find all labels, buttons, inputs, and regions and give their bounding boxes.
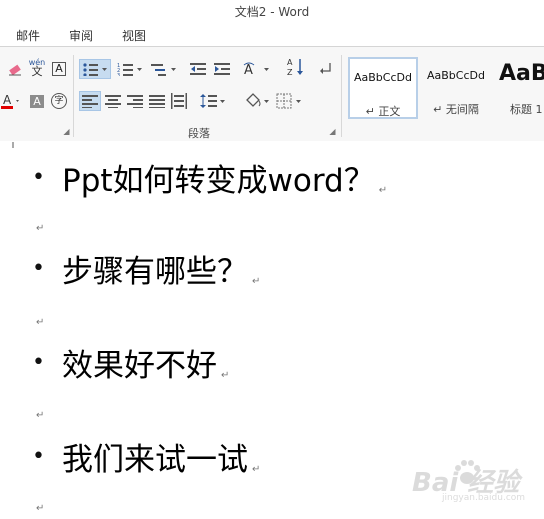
sort-button[interactable]: AZ [286, 57, 306, 77]
show-marks-button[interactable] [316, 59, 336, 79]
paragraph-mark: ↵ [252, 276, 261, 287]
enclose-characters-icon: 字 [51, 93, 67, 109]
style-sample: AaBbCcDd [427, 69, 485, 82]
bullet-marker: • [32, 165, 45, 190]
chinese-layout-icon: A [243, 62, 269, 77]
baidu-watermark: Bai 经验 jingyan.baidu.com [408, 456, 538, 511]
list-item-text: 我们来试一试 [62, 442, 248, 478]
margin-marker [12, 142, 14, 148]
list-item[interactable]: • 步骤有哪些？ ↵ [32, 246, 260, 291]
return-arrow-icon [320, 63, 331, 74]
style-normal[interactable]: AaBbCcDd ↵ 正文 [348, 57, 418, 119]
font-color-button[interactable]: A [0, 91, 22, 111]
style-heading-1[interactable]: AaB 标题 1 [494, 57, 544, 119]
align-right-icon [127, 95, 143, 108]
paragraph-dialog-launcher[interactable]: ◢ [328, 127, 337, 136]
empty-paragraph-mark: ↵ [36, 317, 45, 328]
distributed-button[interactable] [169, 91, 189, 111]
character-shading-icon: A [30, 94, 44, 108]
ribbon: wén 文 A A A 字 ◢ 1 2 3 A A Z 段落 ◢ AaBbCcD… [0, 46, 544, 142]
font-dialog-launcher[interactable]: ◢ [62, 127, 71, 136]
chinese-layout-button[interactable]: A [242, 59, 272, 79]
align-center-button[interactable] [103, 91, 123, 111]
style-no-spacing[interactable]: AaBbCcDd ↵ 无间隔 [421, 57, 491, 119]
justify-button[interactable] [147, 91, 167, 111]
line-spacing-button[interactable] [198, 91, 228, 111]
clear-formatting-button[interactable] [6, 59, 24, 79]
empty-paragraph-mark: ↵ [36, 223, 45, 234]
svg-text:Z: Z [287, 68, 293, 77]
window-title: 文档2 - Word [234, 5, 310, 19]
paragraph-group-label: 段落 [188, 127, 210, 140]
title-bar: 文档2 - Word [0, 0, 544, 22]
tab-view[interactable]: 视图 [122, 27, 146, 44]
borders-button[interactable] [274, 91, 304, 111]
list-item-text: 效果好不好 [62, 348, 217, 384]
character-border-button[interactable]: A [50, 59, 68, 79]
align-center-icon [105, 95, 121, 108]
list-item[interactable]: • Ppt如何转变成word？ ↵ [32, 155, 387, 200]
distributed-icon [171, 93, 187, 109]
list-item[interactable]: • 效果好不好 ↵ [32, 340, 229, 385]
align-left-icon [82, 95, 98, 108]
style-sample: AaB [499, 61, 544, 86]
multilevel-list-icon [151, 64, 176, 76]
empty-paragraph-mark: ↵ [36, 410, 45, 421]
paragraph-mark: ↵ [378, 185, 388, 196]
bullets-icon [83, 63, 107, 76]
list-item-text: 步骤有哪些？ [62, 254, 248, 290]
empty-paragraph-mark: ↵ [36, 503, 45, 514]
numbering-button[interactable]: 1 2 3 [115, 59, 145, 79]
phonetic-guide-button[interactable]: wén 文 [27, 57, 47, 77]
eraser-icon [9, 64, 21, 76]
svg-text:A: A [287, 58, 293, 67]
align-right-button[interactable] [125, 91, 145, 111]
style-name: ↵ 无间隔 [433, 103, 479, 116]
svg-text:A: A [244, 63, 253, 77]
line-spacing-icon [200, 94, 225, 108]
justify-icon [149, 95, 165, 108]
bullet-marker: • [32, 444, 45, 469]
shading-button[interactable] [242, 91, 272, 111]
group-separator [341, 55, 342, 137]
bullet-marker: • [32, 256, 45, 281]
decrease-indent-button[interactable] [188, 59, 208, 79]
ribbon-tabs: 邮件 审阅 视图 [0, 24, 544, 46]
increase-indent-icon [214, 63, 230, 75]
tab-review[interactable]: 审阅 [69, 27, 93, 44]
svg-text:3: 3 [117, 73, 120, 76]
numbering-icon: 1 2 3 [117, 63, 142, 76]
bullets-button[interactable] [79, 59, 111, 79]
watermark-url: jingyan.baidu.com [442, 493, 526, 503]
character-shading-button[interactable]: A [28, 91, 46, 111]
list-item-text: Ppt如何转变成word？ [62, 163, 375, 199]
list-item[interactable]: • 我们来试一试 ↵ [32, 434, 260, 479]
style-name: ↵ 正文 [365, 105, 401, 118]
align-left-button[interactable] [79, 91, 101, 111]
tab-mailings[interactable]: 邮件 [16, 27, 40, 44]
phonetic-char: 文 [31, 65, 43, 78]
character-border-icon: A [52, 62, 66, 76]
group-separator [73, 55, 74, 137]
svg-text:A: A [3, 93, 12, 107]
increase-indent-button[interactable] [212, 59, 232, 79]
style-name: 标题 1 [510, 103, 543, 116]
font-color-icon: A [1, 93, 19, 109]
sort-icon: AZ [287, 58, 303, 77]
multilevel-list-button[interactable] [149, 59, 179, 79]
paragraph-mark: ↵ [252, 464, 261, 475]
bullet-marker: • [32, 350, 45, 375]
decrease-indent-icon [190, 63, 206, 75]
borders-icon [276, 93, 301, 109]
paint-bucket-icon [246, 93, 269, 107]
enclose-characters-button[interactable]: 字 [50, 91, 68, 111]
style-sample: AaBbCcDd [354, 71, 412, 84]
paragraph-mark: ↵ [221, 370, 230, 381]
